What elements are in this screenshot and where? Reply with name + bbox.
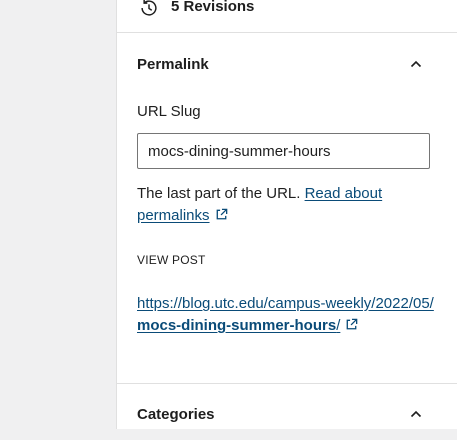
external-link-icon bbox=[346, 318, 358, 330]
url-slug-input[interactable] bbox=[137, 133, 430, 169]
permalink-panel-title: Permalink bbox=[137, 56, 209, 73]
post-permalink-link[interactable]: https://blog.utc.edu/campus-weekly/2022/… bbox=[137, 295, 434, 334]
chevron-up-icon bbox=[410, 410, 422, 418]
url-slug-label: URL Slug bbox=[137, 103, 201, 120]
help-text: The last part of the URL. bbox=[137, 185, 305, 202]
view-post-url: https://blog.utc.edu/campus-weekly/2022/… bbox=[137, 293, 442, 337]
external-link-icon bbox=[216, 208, 227, 220]
categories-panel-toggle[interactable]: Categories bbox=[117, 384, 457, 440]
history-icon bbox=[141, 0, 157, 16]
permalink-help-text: The last part of the URL. Read about per… bbox=[137, 183, 437, 227]
url-suffix: / bbox=[336, 317, 341, 334]
revisions-button[interactable]: 5 Revisions bbox=[117, 0, 457, 33]
url-prefix: https://blog.utc.edu/campus-weekly/2022/… bbox=[137, 295, 434, 312]
chevron-up-icon bbox=[410, 60, 422, 68]
editor-canvas-edge bbox=[0, 0, 116, 429]
view-post-heading: VIEW POST bbox=[137, 253, 206, 267]
permalink-panel-toggle[interactable]: Permalink bbox=[117, 36, 457, 92]
categories-panel-title: Categories bbox=[137, 406, 215, 423]
url-slug-part: mocs-dining-summer-hours bbox=[137, 317, 337, 334]
settings-sidebar: 5 Revisions Permalink URL Slug The last … bbox=[116, 0, 457, 429]
revisions-label: 5 Revisions bbox=[171, 0, 255, 15]
